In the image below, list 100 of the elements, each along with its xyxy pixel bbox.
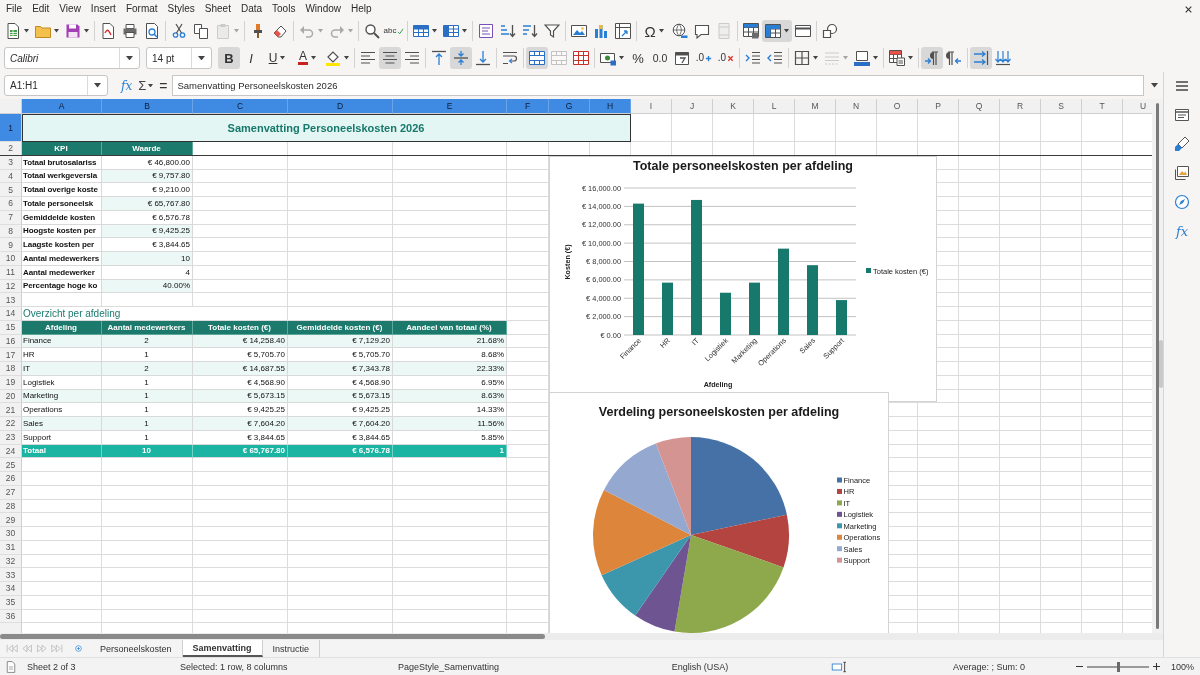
left-to-right-button[interactable] — [921, 47, 943, 69]
formula-input-field[interactable]: Samenvatting Personeelskosten 2026 — [172, 75, 1144, 96]
language[interactable]: English (USA) — [671, 661, 729, 672]
table-cell: Sales — [22, 417, 102, 431]
sum-button[interactable]: Σ — [135, 75, 157, 96]
menu-item[interactable]: Tools — [267, 0, 301, 18]
bold-button[interactable]: B — [218, 47, 240, 69]
bar-chart-icon — [593, 23, 609, 39]
center-vertically-button[interactable] — [450, 47, 472, 69]
underline-button[interactable]: U — [262, 47, 292, 69]
percent-format-button[interactable]: % — [627, 47, 649, 69]
column-header[interactable]: N — [836, 99, 877, 114]
zoom-level[interactable]: 100% — [1171, 661, 1194, 672]
wrap-text-icon — [502, 50, 518, 66]
number-format-button[interactable]: 0.0 — [649, 47, 671, 69]
column-header[interactable]: U — [1123, 99, 1152, 114]
column-header[interactable]: I — [631, 99, 672, 114]
column-header[interactable]: Q — [959, 99, 1000, 114]
pictures-icon — [1174, 165, 1190, 181]
column-header[interactable]: A — [22, 99, 102, 114]
horizontal-scrollbar[interactable] — [0, 633, 1163, 640]
conditional-formatting-button[interactable] — [886, 47, 916, 69]
menu-item[interactable]: Edit — [27, 0, 55, 18]
resize-handle[interactable] — [1159, 340, 1163, 388]
name-box[interactable]: A1:H1 — [4, 75, 108, 96]
font-color-button[interactable]: A — [292, 47, 322, 69]
row-header[interactable]: 26 — [0, 472, 22, 486]
add-decimal-place-button[interactable]: .0 — [693, 47, 715, 69]
font-size-field[interactable]: 14 pt — [146, 47, 212, 69]
menu-item[interactable]: Styles — [162, 0, 200, 18]
print-area-button[interactable] — [740, 20, 762, 42]
column-header[interactable]: H — [590, 99, 631, 114]
column-header[interactable]: E — [393, 99, 507, 114]
column-header[interactable]: P — [918, 99, 959, 114]
row-header[interactable]: 1 — [0, 114, 22, 142]
table-icon — [765, 23, 781, 39]
row-header[interactable]: 14 — [0, 307, 22, 321]
zoom-out-button[interactable] — [1075, 663, 1084, 670]
delete-decimal-place-button[interactable]: .0 — [715, 47, 737, 69]
column-header[interactable]: T — [1082, 99, 1123, 114]
column-header[interactable]: S — [1041, 99, 1082, 114]
zoom-in-button[interactable] — [1152, 663, 1161, 670]
row-header[interactable]: 2 — [0, 142, 22, 156]
rectangle-cursor-icon[interactable] — [830, 660, 848, 673]
row-header[interactable]: 6 — [0, 197, 22, 211]
zoom-slider-thumb[interactable] — [1116, 661, 1120, 672]
row-header[interactable]: 13 — [0, 293, 22, 307]
row-header[interactable]: 9 — [0, 238, 22, 252]
special-character-button[interactable]: Ω — [639, 20, 669, 42]
magnifier-icon — [364, 23, 380, 39]
column-header[interactable]: D — [288, 99, 393, 114]
caret-icon — [658, 29, 664, 33]
row-header[interactable]: 10 — [0, 252, 22, 266]
menu-item[interactable]: View — [54, 0, 86, 18]
pivot-table-button[interactable] — [612, 20, 634, 42]
row-header[interactable]: 34 — [0, 582, 22, 596]
page-style[interactable]: PageStyle_Samenvatting — [398, 661, 500, 672]
row-header[interactable]: 25 — [0, 458, 22, 472]
row-header[interactable]: 18 — [0, 362, 22, 376]
table-cell: € 7,343.78 — [288, 362, 393, 376]
row-header[interactable]: 5 — [0, 183, 22, 197]
align-center-button[interactable] — [379, 47, 401, 69]
column-header[interactable]: L — [754, 99, 795, 114]
menu-item[interactable]: Help — [346, 0, 377, 18]
functions-button[interactable]: fx — [1170, 220, 1194, 242]
menu-item[interactable]: Window — [300, 0, 346, 18]
freeze-rows-and-columns-button[interactable] — [762, 20, 792, 42]
font-name-field[interactable]: Calibri — [4, 47, 140, 69]
row-header[interactable]: 21 — [0, 403, 22, 417]
column-header[interactable]: M — [795, 99, 836, 114]
menu-item[interactable]: Format — [120, 0, 163, 18]
menu-item[interactable]: Data — [235, 0, 268, 18]
folder-icon — [35, 23, 51, 39]
column-header[interactable]: R — [1000, 99, 1041, 114]
column-header[interactable]: G — [549, 99, 590, 114]
row-header[interactable]: 17 — [0, 348, 22, 362]
italic-button[interactable]: I — [240, 47, 262, 69]
function-wizard-button[interactable]: fx — [118, 75, 136, 96]
column-header[interactable]: B — [102, 99, 193, 114]
row-header[interactable]: 30 — [0, 527, 22, 541]
menu-item[interactable]: File — [1, 0, 28, 18]
text-direction-left-to-right-button[interactable] — [970, 47, 992, 69]
banknote-icon — [600, 50, 616, 66]
column-header[interactable]: K — [713, 99, 754, 114]
align-right-icon — [404, 50, 420, 66]
sheet-tab[interactable]: Samenvatting — [182, 640, 263, 657]
menu-item[interactable]: Insert — [85, 0, 121, 18]
row-header[interactable]: 33 — [0, 568, 22, 582]
column-header[interactable]: C — [193, 99, 288, 114]
column-header[interactable]: O — [877, 99, 918, 114]
formula-button[interactable]: = — [156, 75, 171, 96]
column-header[interactable]: F — [507, 99, 549, 114]
row-header[interactable]: 29 — [0, 513, 22, 527]
spelling-button[interactable]: abc — [383, 20, 405, 42]
vertical-scrollbar[interactable] — [1152, 99, 1163, 633]
table-icon — [743, 23, 759, 39]
row-header[interactable]: 22 — [0, 417, 22, 431]
menu-item[interactable]: Sheet — [199, 0, 236, 18]
column-header[interactable]: J — [672, 99, 713, 114]
merge-and-center-button[interactable] — [526, 47, 548, 69]
